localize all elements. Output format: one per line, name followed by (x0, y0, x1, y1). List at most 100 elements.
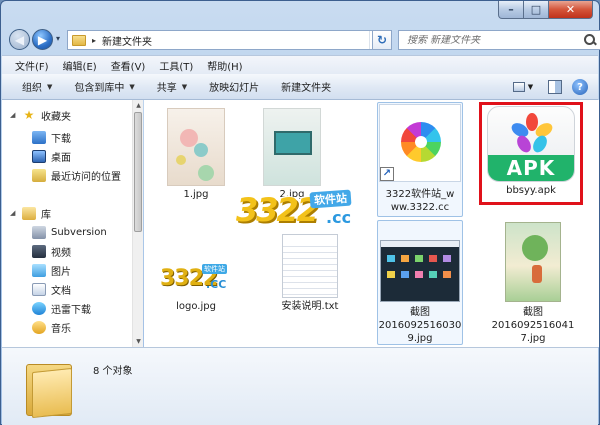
dropdown-arrow-icon: ▼ (47, 82, 53, 91)
new-folder-label: 新建文件夹 (281, 83, 332, 94)
dropdown-arrow-icon: ▼ (181, 82, 188, 91)
sidebar-label: 下载 (51, 133, 71, 145)
search-icon[interactable] (584, 34, 596, 46)
refresh-button[interactable]: ↻ (372, 30, 392, 50)
organize-button[interactable]: 组织 ▼ (10, 79, 62, 95)
minimize-button[interactable]: – (498, 1, 524, 19)
sidebar-label: 音乐 (51, 323, 71, 335)
caption-buttons: – □ ✕ (498, 1, 593, 19)
organize-label: 组织 (22, 83, 42, 94)
sidebar-item-videos[interactable]: 视频 (32, 242, 71, 260)
include-in-library-button[interactable]: 包含到库中 ▼ (62, 79, 144, 95)
video-icon (32, 244, 46, 258)
watermark-digits: 3322 (236, 191, 319, 229)
nav-buttons: ◀ ▶ ▾ (9, 28, 60, 50)
file-name: 截图 2016092516030 9.jpg (378, 307, 462, 344)
file-name: logo.jpg (176, 301, 216, 312)
slideshow-label: 放映幻灯片 (209, 83, 260, 94)
change-view-button[interactable]: ▼ (508, 78, 538, 96)
pictures-icon (32, 263, 46, 277)
back-button[interactable]: ◀ (9, 29, 30, 50)
file-item[interactable]: 截图 2016092516041 7.jpg (486, 100, 580, 347)
file-item[interactable]: 1.jpg (149, 100, 243, 210)
scroll-down-icon[interactable]: ▼ (134, 337, 143, 346)
share-label: 共享 (156, 83, 177, 94)
view-icon (512, 82, 525, 92)
expand-triangle-icon[interactable]: ◢ (10, 209, 22, 217)
item-count: 8 个对象 (93, 366, 133, 377)
logo-thumbnail: 3322 软件站 .CC (160, 262, 232, 296)
screenshot-thumbnail (505, 222, 561, 302)
sidebar-item-pictures[interactable]: 图片 (32, 261, 71, 279)
breadcrumb-current[interactable]: 新建文件夹 (102, 33, 152, 48)
include-label: 包含到库中 (74, 83, 125, 94)
breadcrumb-separator-icon[interactable]: ▸ (92, 36, 96, 45)
menu-view[interactable]: 查看(V) (104, 58, 153, 73)
file-item[interactable]: 3322 软件站 .CC logo.jpg (149, 220, 243, 320)
menu-tools[interactable]: 工具(T) (152, 58, 200, 73)
slideshow-button[interactable]: 放映幻灯片 (197, 79, 269, 94)
logo-badge: 软件站 (202, 264, 227, 274)
menu-edit[interactable]: 编辑(E) (56, 58, 104, 73)
help-icon[interactable]: ? (572, 79, 588, 95)
close-button[interactable]: ✕ (549, 1, 593, 19)
view-dropdown-arrow-icon: ▼ (527, 83, 534, 91)
sidebar-label: 迅雷下载 (51, 304, 91, 316)
navigation-pane: ◢ ★ 收藏夹 下载 桌面 最近访问的位置 ◢ 库 Subversion 视频 (2, 100, 143, 347)
documents-icon (32, 282, 46, 296)
sidebar-label: 收藏夹 (41, 111, 71, 123)
library-icon (22, 206, 36, 220)
folder-icon (26, 360, 76, 419)
navpane-scrollbar[interactable]: ▲ ▼ (132, 100, 143, 347)
share-button[interactable]: 共享 ▼ (145, 79, 197, 95)
sidebar-item-desktop[interactable]: 桌面 (32, 147, 71, 165)
sidebar-item-documents[interactable]: 文档 (32, 280, 71, 298)
logo-domain: .CC (206, 278, 227, 291)
menu-help[interactable]: 帮助(H) (200, 58, 249, 73)
sidebar-label: Subversion (51, 226, 107, 238)
sidebar-label: 最近访问的位置 (51, 171, 121, 183)
sidebar-label: 库 (41, 209, 51, 221)
search-input[interactable] (407, 34, 577, 46)
recent-places-icon (32, 168, 46, 182)
sidebar-item-downloads[interactable]: 下载 (32, 128, 71, 146)
address-bar[interactable]: ▸ 新建文件夹 ▾ (67, 30, 386, 50)
history-dropdown[interactable]: ▾ (56, 34, 60, 43)
thunder-download-icon (32, 301, 46, 315)
preview-pane-icon[interactable] (548, 80, 562, 94)
sidebar-item-thunder[interactable]: 迅雷下载 (32, 299, 91, 317)
file-name: 安装说明.txt (281, 301, 339, 312)
scrollbar-thumb[interactable] (134, 112, 142, 232)
site-watermark: 3322 软件站 .cc (236, 189, 406, 251)
forward-button[interactable]: ▶ (32, 29, 53, 50)
command-bar: 组织 ▼ 包含到库中 ▼ 共享 ▼ 放映幻灯片 新建文件夹 ▼ ? (2, 74, 598, 100)
image-thumbnail (167, 108, 225, 186)
music-icon (32, 320, 46, 334)
sidebar-item-music[interactable]: 音乐 (32, 318, 71, 336)
new-folder-button[interactable]: 新建文件夹 (269, 79, 341, 94)
star-icon: ★ (23, 108, 35, 122)
expand-triangle-icon[interactable]: ◢ (10, 111, 22, 119)
file-name: 截图 2016092516041 7.jpg (491, 307, 575, 344)
desktop-icon (32, 149, 46, 163)
subversion-icon (32, 225, 46, 239)
sidebar-item-favorites[interactable]: ◢ ★ 收藏夹 (10, 106, 71, 124)
maximize-button[interactable]: □ (524, 1, 549, 19)
menu-file[interactable]: 文件(F) (8, 58, 56, 73)
command-bar-right: ▼ ? (508, 78, 588, 96)
folder-icon (72, 34, 86, 46)
scroll-up-icon[interactable]: ▲ (134, 101, 143, 110)
file-name: 1.jpg (183, 189, 209, 200)
sidebar-item-libraries[interactable]: ◢ 库 (10, 204, 51, 222)
watermark-domain: .cc (326, 208, 352, 227)
sidebar-label: 桌面 (51, 152, 71, 164)
search-box[interactable] (398, 30, 600, 50)
sidebar-label: 文档 (51, 285, 71, 297)
dropdown-arrow-icon: ▼ (129, 82, 135, 91)
watermark-badge: 软件站 (309, 189, 352, 209)
sidebar-label: 图片 (51, 266, 71, 278)
explorer-window: – □ ✕ ◀ ▶ ▾ ▸ 新建文件夹 ▾ ↻ 文件(F) 编辑(E) 查看(V… (0, 0, 600, 425)
sidebar-item-subversion[interactable]: Subversion (32, 223, 107, 241)
details-pane: 8 个对象 (2, 347, 598, 425)
sidebar-item-recent[interactable]: 最近访问的位置 (32, 166, 121, 184)
